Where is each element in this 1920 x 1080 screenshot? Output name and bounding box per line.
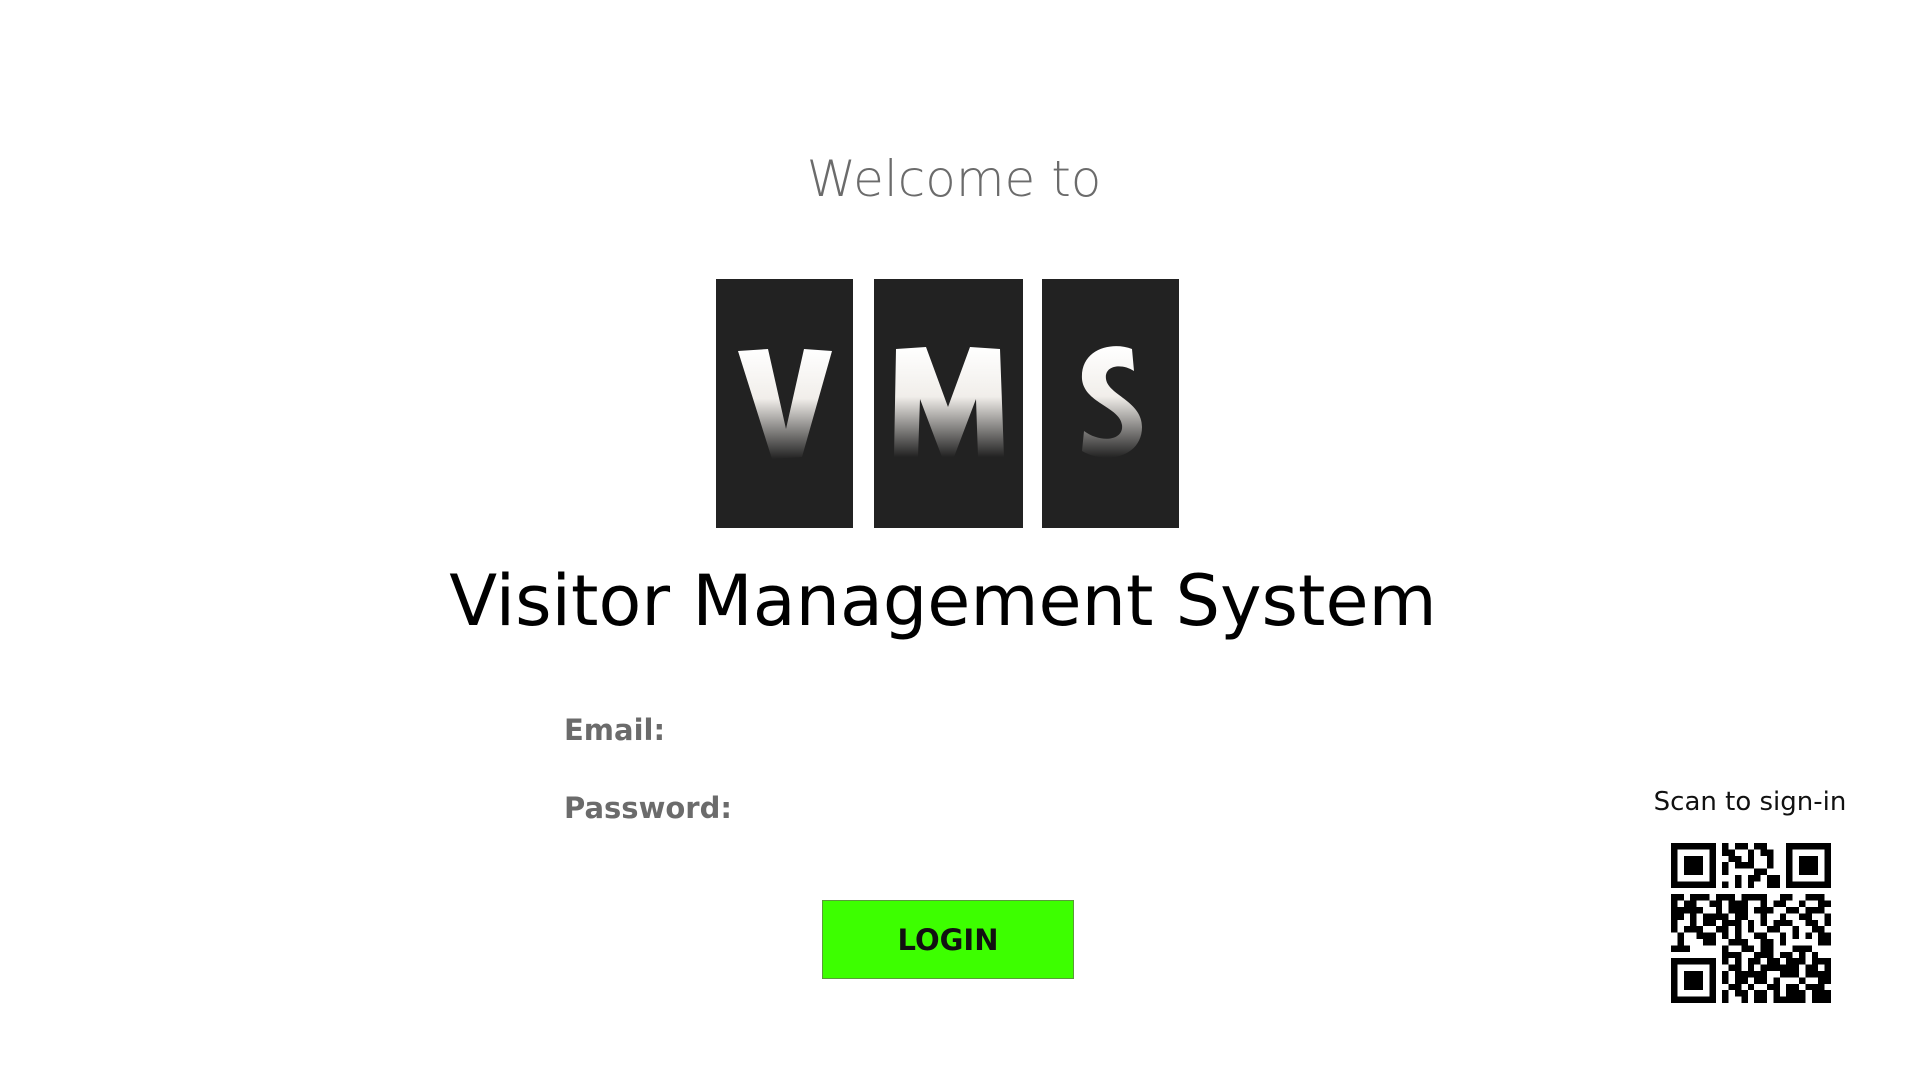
email-row: Email:: [564, 705, 1484, 755]
login-button[interactable]: LOGIN: [822, 900, 1074, 979]
welcome-heading: Welcome to: [0, 150, 1920, 208]
welcome-text: Welcome to: [806, 150, 1102, 208]
password-row: Password:: [564, 783, 1484, 833]
password-field[interactable]: [734, 785, 1484, 831]
logo-tile-m: [874, 279, 1023, 528]
logo-letter-m: [894, 347, 1004, 457]
email-field[interactable]: [734, 707, 1484, 753]
password-label: Password:: [564, 791, 732, 825]
logo-tile-s: [1042, 279, 1179, 528]
qr-label: Scan to sign-in: [1653, 787, 1847, 817]
logo-letter-s: [1081, 346, 1142, 458]
login-page: Welcome to Visitor Management System Ema…: [0, 0, 1920, 1080]
qr-code-icon[interactable]: [1671, 843, 1831, 1003]
logo-letter-v: [738, 349, 832, 459]
system-title-text: Visitor Management System: [449, 560, 1437, 642]
email-label: Email:: [564, 713, 666, 747]
qr-code-graphic: [1671, 843, 1831, 1003]
vms-logo: [716, 279, 1179, 528]
system-title: Visitor Management System: [0, 560, 1920, 642]
logo-tile-v: [716, 279, 853, 528]
